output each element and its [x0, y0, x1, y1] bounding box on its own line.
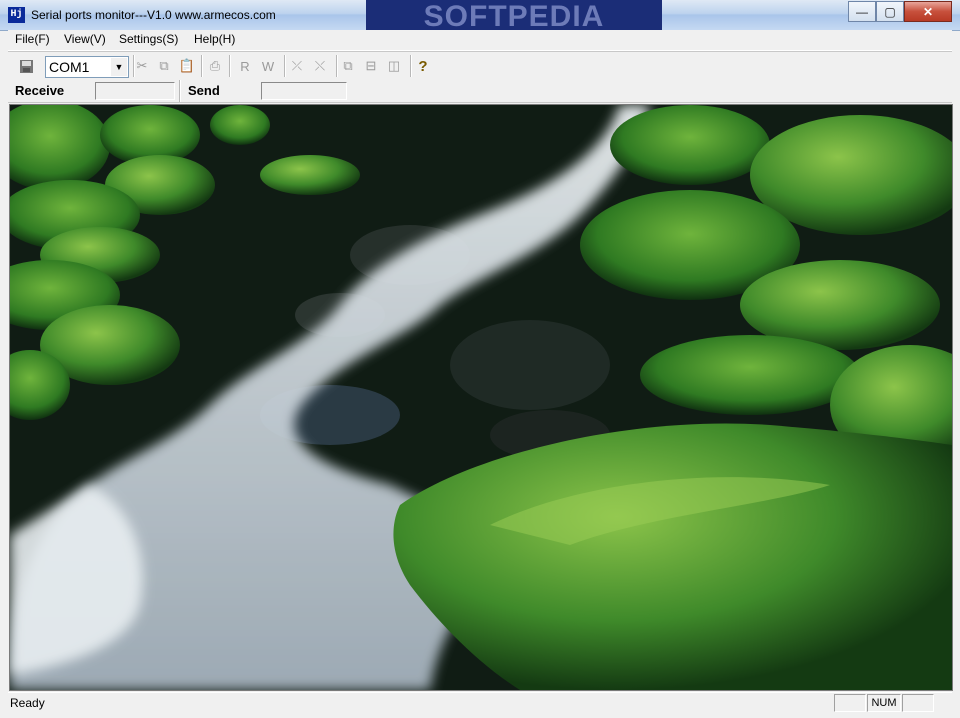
read-icon: R: [240, 58, 250, 74]
waterfall-scene: [10, 105, 952, 690]
save-icon: [19, 59, 33, 73]
app-icon: Hj: [8, 7, 25, 23]
background-image-waterfall: [9, 104, 953, 691]
receive-label: Receive: [15, 83, 65, 98]
title-bar[interactable]: Hj Serial ports monitor---V1.0 www.armec…: [0, 0, 960, 31]
copy-button[interactable]: ⧉: [154, 56, 174, 76]
toolbar-separator: [229, 55, 231, 77]
tile-horizontal-button[interactable]: ⊟: [361, 56, 381, 76]
minimize-icon: —: [856, 4, 868, 19]
split-button[interactable]: ⤫: [287, 56, 307, 76]
menu-file[interactable]: File(F): [15, 32, 50, 46]
menu-settings[interactable]: Settings(S): [119, 32, 178, 46]
toolbar-separator: [201, 55, 203, 77]
menu-view[interactable]: View(V): [64, 32, 106, 46]
window-controls: — ▢ ✕: [848, 1, 952, 22]
toolbar-separator: [410, 55, 412, 77]
close-icon: ✕: [922, 4, 934, 19]
menu-bar: File(F) View(V) Settings(S) Help(H): [8, 30, 952, 51]
status-pane-scroll: [902, 694, 934, 712]
print-icon: ⎙: [209, 58, 221, 73]
send-label: Send: [188, 83, 220, 98]
close-button[interactable]: ✕: [904, 1, 952, 22]
chevron-down-icon[interactable]: ▼: [111, 58, 127, 76]
status-bar: Ready NUM: [8, 692, 952, 713]
io-separator: [179, 80, 181, 102]
minimize-button[interactable]: —: [848, 1, 876, 22]
tile-vertical-icon: ◫: [387, 58, 401, 73]
copy-icon: ⧉: [159, 58, 169, 73]
status-pane-num: NUM: [867, 694, 901, 712]
send-field[interactable]: [261, 82, 347, 100]
merge-button[interactable]: ⤬: [310, 56, 330, 76]
window-title: Serial ports monitor---V1.0 www.armecos.…: [31, 8, 276, 22]
read-button[interactable]: R: [235, 56, 255, 76]
maximize-button[interactable]: ▢: [876, 1, 904, 22]
write-button[interactable]: W: [258, 56, 278, 76]
help-button[interactable]: ?: [413, 56, 433, 76]
menu-help[interactable]: Help(H): [194, 32, 235, 46]
port-select-value: COM1: [49, 59, 90, 75]
toolbar-separator: [284, 55, 286, 77]
write-icon: W: [261, 58, 275, 74]
cut-icon: ✂: [136, 58, 148, 73]
save-button[interactable]: [16, 56, 36, 76]
paste-icon: 📋: [178, 58, 196, 73]
io-panel: Receive Send: [8, 80, 952, 103]
status-pane-caps: [834, 694, 866, 712]
help-icon: ?: [418, 57, 428, 75]
merge-icon: ⤬: [314, 58, 326, 73]
tile-vertical-button[interactable]: ◫: [384, 56, 404, 76]
print-button[interactable]: ⎙: [205, 56, 225, 76]
toolbar: COM1 ▼ ✂ ⧉ 📋 ⎙ R W ⤫ ⤬ ⧉ ⊟ ◫ ?: [8, 51, 952, 81]
receive-field[interactable]: [95, 82, 175, 100]
maximize-icon: ▢: [884, 4, 896, 19]
cut-button[interactable]: ✂: [132, 56, 152, 76]
main-window: Hj Serial ports monitor---V1.0 www.armec…: [0, 0, 960, 718]
cascade-icon: ⧉: [343, 58, 353, 73]
split-icon: ⤫: [291, 58, 303, 73]
softpedia-watermark: SOFTPEDIA: [366, 0, 662, 30]
cascade-button[interactable]: ⧉: [338, 56, 358, 76]
paste-button[interactable]: 📋: [177, 56, 197, 76]
tile-horizontal-icon: ⊟: [365, 58, 377, 73]
status-text: Ready: [10, 696, 45, 710]
port-select[interactable]: COM1 ▼: [45, 56, 129, 78]
